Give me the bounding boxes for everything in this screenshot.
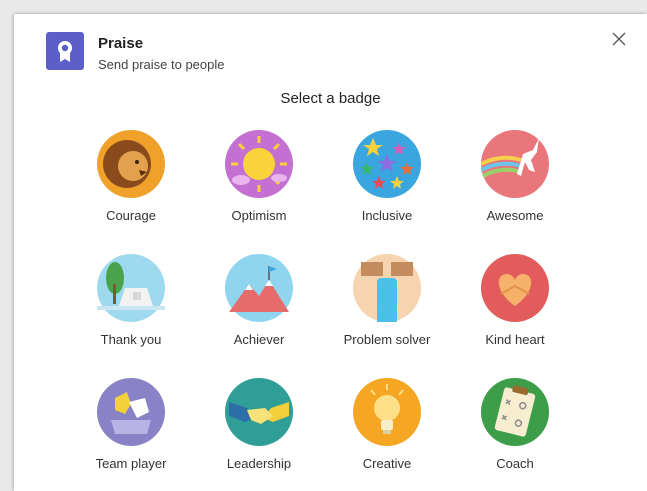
badge-label: Creative — [362, 456, 412, 471]
sun-icon — [225, 130, 293, 198]
praise-dialog: Praise Send praise to people Select a ba… — [14, 14, 647, 491]
badge-label: Kind heart — [485, 332, 545, 347]
badge-kind-heart[interactable]: Kind heart — [451, 254, 579, 364]
badge-optimism[interactable]: Optimism — [195, 130, 323, 240]
puzzle-hands-icon — [97, 378, 165, 446]
badge-courage[interactable]: Courage — [67, 130, 195, 240]
badge-creative[interactable]: Creative — [323, 378, 451, 488]
badge-label: Achiever — [233, 332, 285, 347]
badge-label: Problem solver — [343, 332, 431, 347]
badge-inclusive[interactable]: Inclusive — [323, 130, 451, 240]
badge-label: Courage — [106, 208, 156, 223]
badge-achiever[interactable]: Achiever — [195, 254, 323, 364]
heart-hands-icon — [481, 254, 549, 322]
badge-grid: Courage Optimism Inclusive Awesome Thank… — [14, 14, 647, 491]
badge-team-player[interactable]: Team player — [67, 378, 195, 488]
mountain-flag-icon — [225, 254, 293, 322]
badge-coach[interactable]: Coach — [451, 378, 579, 488]
badge-problem-solver[interactable]: Problem solver — [323, 254, 451, 364]
stars-icon — [353, 130, 421, 198]
clipboard-play-icon — [481, 378, 549, 446]
unicorn-icon — [481, 130, 549, 198]
lion-icon — [97, 130, 165, 198]
badge-thank-you[interactable]: Thank you — [67, 254, 195, 364]
badge-label: Thank you — [100, 332, 162, 347]
badge-leadership[interactable]: Leadership — [195, 378, 323, 488]
badge-label: Optimism — [231, 208, 287, 223]
lightbulb-icon — [353, 378, 421, 446]
handshake-icon — [225, 378, 293, 446]
badge-label: Awesome — [486, 208, 544, 223]
thank-you-card-icon — [97, 254, 165, 322]
fist-breaking-icon — [353, 254, 421, 322]
badge-awesome[interactable]: Awesome — [451, 130, 579, 240]
badge-label: Inclusive — [361, 208, 413, 223]
badge-label: Team player — [95, 456, 167, 471]
badge-label: Coach — [496, 456, 534, 471]
badge-label: Leadership — [226, 456, 292, 471]
